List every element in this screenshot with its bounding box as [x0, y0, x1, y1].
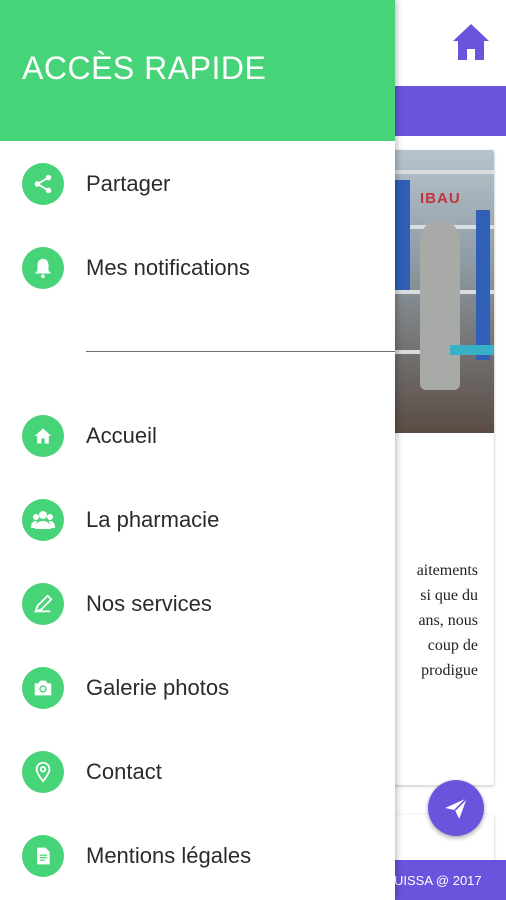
drawer-item-label: Nos services	[86, 591, 212, 616]
drawer-item-label: Contact	[86, 759, 162, 784]
photo-sign-text: IBAU	[420, 190, 461, 207]
navigation-drawer: ACCÈS RAPIDE Partager Mes notifications …	[0, 0, 395, 900]
camera-icon	[22, 667, 64, 709]
drawer-item-la-pharmacie[interactable]: La pharmacie	[0, 488, 395, 552]
home-icon	[453, 24, 489, 60]
drawer-item-nos-services[interactable]: Nos services	[0, 572, 395, 636]
drawer-divider	[86, 351, 395, 352]
drawer-item-accueil[interactable]: Accueil	[0, 404, 395, 468]
drawer-item-label: Accueil	[86, 423, 157, 448]
people-icon	[22, 499, 64, 541]
send-fab-button[interactable]	[428, 780, 484, 836]
bell-icon	[22, 247, 64, 289]
pen-icon	[22, 583, 64, 625]
drawer-item-mentions-legales[interactable]: Mentions légales	[0, 824, 395, 888]
share-icon	[22, 163, 64, 205]
send-icon	[445, 797, 468, 819]
document-icon	[22, 835, 64, 877]
drawer-item-label: La pharmacie	[86, 507, 220, 532]
drawer-item-partager[interactable]: Partager	[0, 152, 395, 216]
location-pin-icon	[22, 751, 64, 793]
home-icon	[22, 415, 64, 457]
drawer-item-notifications[interactable]: Mes notifications	[0, 236, 395, 300]
drawer-item-label: Mentions légales	[86, 843, 252, 868]
drawer-item-label: Mes notifications	[86, 255, 250, 280]
drawer-item-galerie-photos[interactable]: Galerie photos	[0, 656, 395, 720]
footer-copyright: UISSA @ 2017	[380, 860, 506, 900]
drawer-item-label: Partager	[86, 171, 171, 196]
content-card: IBAU aitements si que du ans, nous coup …	[380, 150, 494, 785]
drawer-item-contact[interactable]: Contact	[0, 740, 395, 804]
drawer-title: ACCÈS RAPIDE	[22, 50, 267, 86]
pharmacy-photo: IBAU	[380, 150, 494, 433]
home-button[interactable]	[449, 20, 493, 64]
drawer-item-label: Galerie photos	[86, 675, 230, 700]
drawer-header: ACCÈS RAPIDE	[0, 0, 395, 141]
